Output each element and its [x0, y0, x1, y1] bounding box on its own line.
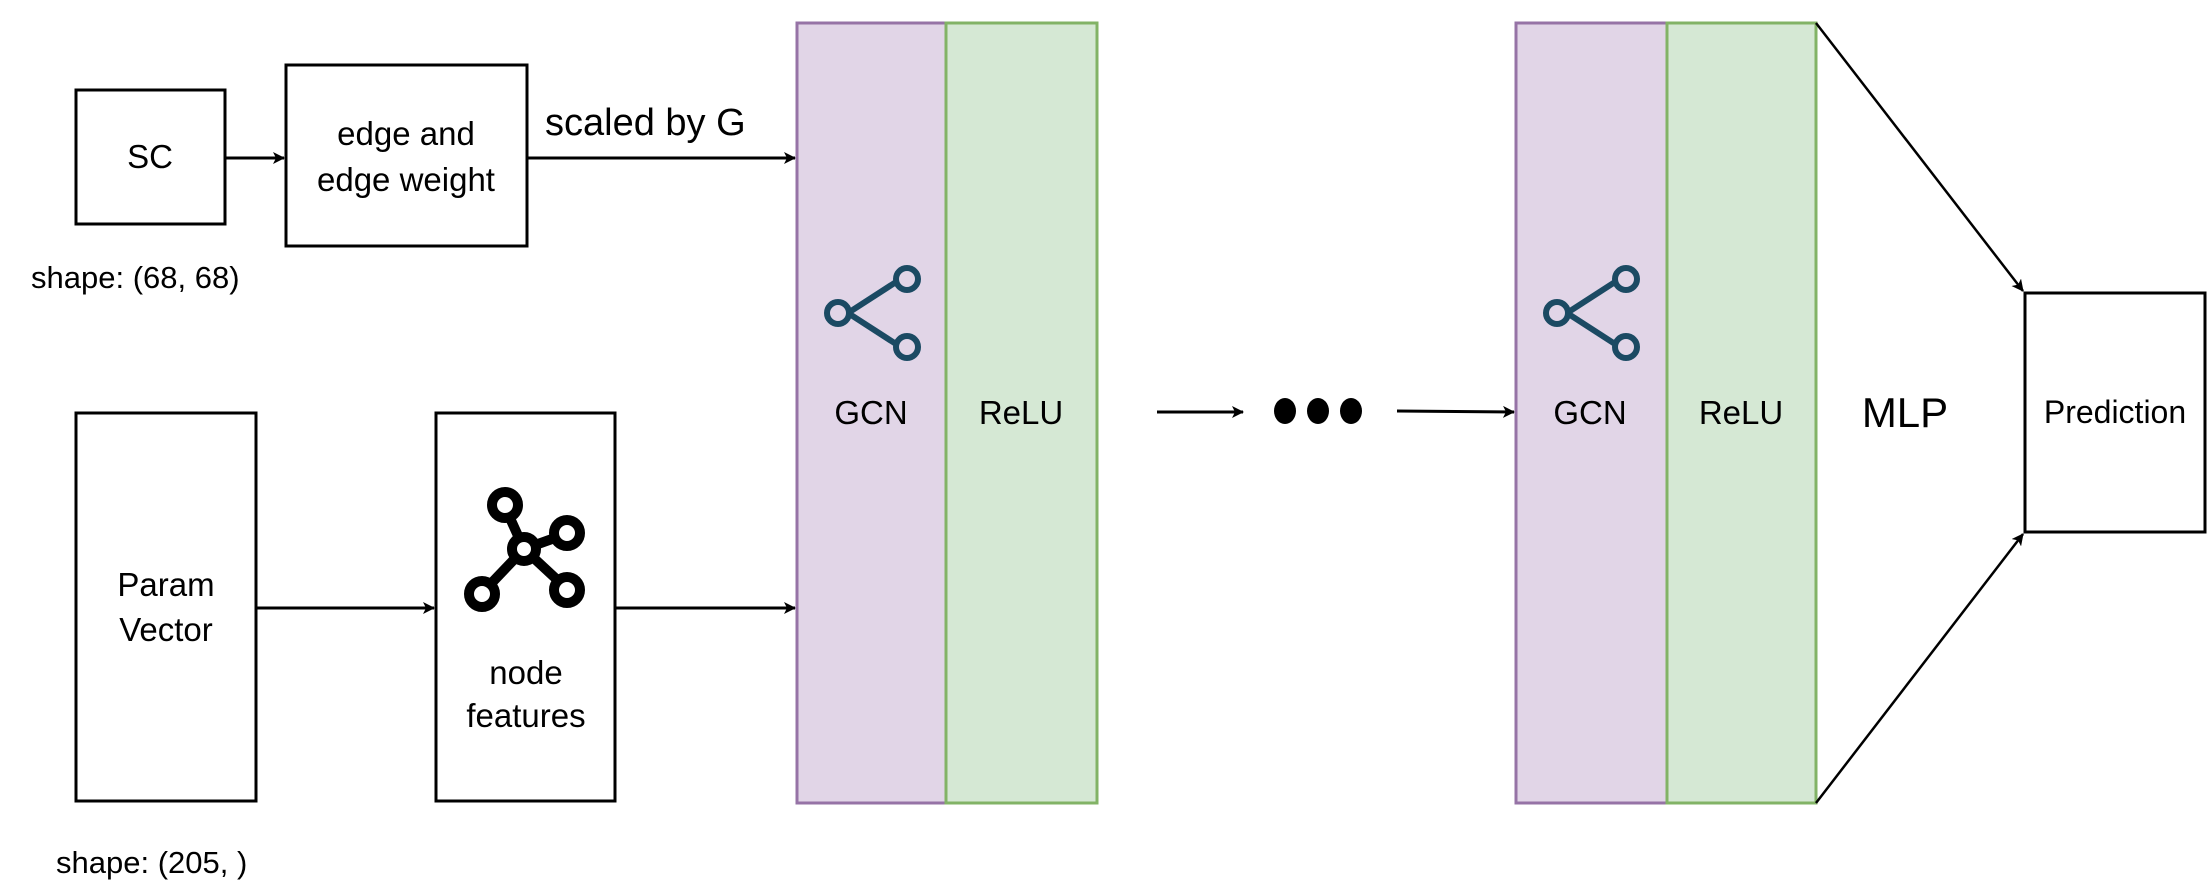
mlp-arrow-top: [1815, 22, 2024, 292]
relu-label-1: ReLU: [979, 394, 1063, 431]
prediction-label: Prediction: [2044, 394, 2186, 430]
node-label-line2: features: [466, 697, 585, 734]
gcn-label-1: GCN: [834, 394, 907, 431]
relu-label-2: ReLU: [1699, 394, 1783, 431]
param-label-line2: Vector: [119, 611, 213, 648]
scaled-by-g-label: scaled by G: [545, 102, 746, 144]
param-label-line1: Param: [117, 566, 214, 603]
edge-label-line2: edge weight: [317, 161, 495, 198]
mlp-arrow-bottom: [1815, 533, 2024, 804]
edge-box: [284, 63, 529, 248]
node-features-box: [434, 411, 617, 803]
param-vector-box: [74, 411, 258, 803]
edge-label-line1: edge and: [337, 115, 475, 152]
node-label-line1: node: [489, 654, 562, 691]
sc-shape-label: shape: (68, 68): [31, 260, 240, 295]
diagram: SC shape: (68, 68) edge and edge weight …: [31, 21, 2207, 880]
mlp-label: MLP: [1862, 389, 1948, 436]
gcn-label-2: GCN: [1553, 394, 1626, 431]
ellipsis-icon: [1274, 398, 1362, 424]
arrow-ellipsis-to-gcn: [1396, 405, 1515, 418]
sc-label: SC: [127, 138, 173, 175]
param-shape-label: shape: (205, ): [56, 845, 247, 880]
